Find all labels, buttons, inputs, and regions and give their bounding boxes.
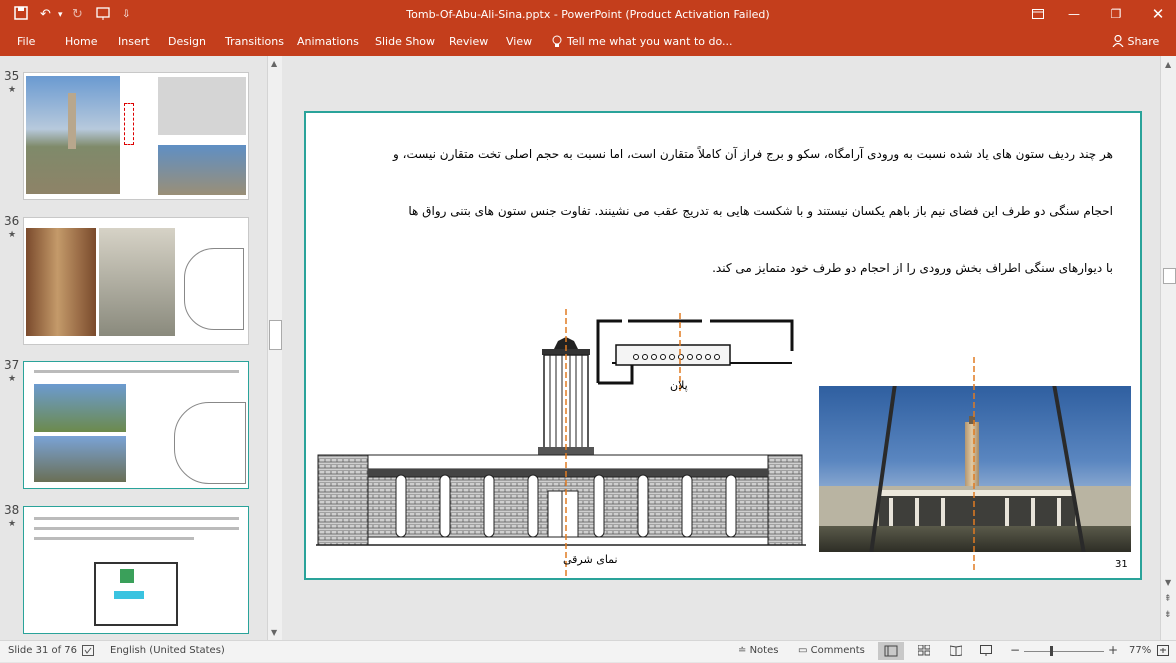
- zoom-in-icon[interactable]: +: [1108, 643, 1118, 657]
- tab-transitions[interactable]: Transitions: [225, 35, 284, 48]
- thumbnail-slide-38[interactable]: [23, 506, 249, 634]
- plan-drawing: [184, 248, 244, 330]
- scroll-down-icon[interactable]: ▼: [1165, 578, 1171, 587]
- normal-view-icon: [884, 645, 898, 657]
- scroll-up-icon[interactable]: ▲: [271, 59, 277, 68]
- elevation-label[interactable]: نمای شرقی: [563, 553, 618, 566]
- text-line: [34, 537, 194, 540]
- thumbnail-number: 37: [4, 358, 20, 372]
- scroll-down-icon[interactable]: ▼: [271, 628, 277, 637]
- scroll-thumb[interactable]: [269, 320, 282, 350]
- slide-show-view-icon[interactable]: [980, 645, 992, 659]
- thumbnail-scrollbar[interactable]: ▲ ▼: [267, 56, 282, 640]
- tower-shape: [68, 93, 76, 149]
- tab-insert[interactable]: Insert: [118, 35, 150, 48]
- thumbnail-slide-36[interactable]: [23, 217, 249, 345]
- tomb-photo-2: [158, 145, 246, 195]
- reading-view-icon[interactable]: [949, 645, 963, 659]
- normal-view-button[interactable]: [878, 642, 904, 660]
- fit-slide-icon[interactable]: [1157, 645, 1169, 659]
- previous-slide-icon[interactable]: ⇞: [1164, 594, 1172, 604]
- tomb-photo: [34, 384, 126, 432]
- spelling-check-icon[interactable]: [82, 645, 94, 659]
- person-icon: [1112, 34, 1124, 48]
- animation-star-icon: ★: [8, 374, 17, 384]
- slide-counter[interactable]: Slide 31 of 76: [8, 645, 77, 656]
- lightbulb-icon: [552, 35, 562, 51]
- comments-label: Comments: [810, 645, 865, 656]
- scroll-up-icon[interactable]: ▲: [1165, 60, 1171, 69]
- tab-review[interactable]: Review: [449, 35, 488, 48]
- ribbon-tabs: File Home Insert Design Transitions Anim…: [0, 30, 1176, 56]
- plan-image: [158, 77, 246, 135]
- minimize-icon[interactable]: —: [1060, 3, 1088, 25]
- share-button[interactable]: Share: [1112, 34, 1160, 48]
- zoom-slider-track[interactable]: [1024, 651, 1104, 652]
- text-line: [34, 527, 239, 530]
- comments-button[interactable]: ▭ Comments: [798, 645, 865, 656]
- notes-label: Notes: [749, 645, 779, 656]
- ribbon-display-icon[interactable]: [1024, 3, 1052, 25]
- tab-view[interactable]: View: [506, 35, 532, 48]
- blue-highlight: [114, 591, 144, 599]
- plan-drawing: [174, 402, 246, 484]
- notes-icon: ≐: [738, 645, 747, 656]
- slide-thumbnail-panel: 35 ★ 36 ★ 37 ★ 38 ★ ▲ ▼: [0, 56, 283, 640]
- animation-star-icon: ★: [8, 85, 17, 95]
- zoom-slider-thumb[interactable]: [1050, 646, 1053, 656]
- zoom-level[interactable]: 77%: [1129, 645, 1151, 656]
- tab-animations[interactable]: Animations: [297, 35, 359, 48]
- colonnade-roof: [879, 490, 1075, 496]
- window-title: Tomb-Of-Abu-Ali-Sina.pptx - PowerPoint (…: [406, 8, 770, 21]
- thumbnail-number: 35: [4, 69, 20, 83]
- stair-photo: [99, 228, 175, 336]
- text-line: [34, 517, 239, 520]
- tab-file[interactable]: File: [17, 35, 35, 48]
- photo-axis-line: [973, 357, 975, 573]
- slide-text-line-2[interactable]: احجام سنگی دو طرف این فضای نیم باز باهم …: [408, 204, 1113, 218]
- title-bar: ↶ ▾ ↻ ⇩ Tomb-Of-Abu-Ali-Sina.pptx - Powe…: [0, 0, 1176, 30]
- scroll-thumb[interactable]: [1163, 268, 1176, 284]
- animation-star-icon: ★: [8, 519, 17, 529]
- next-slide-icon[interactable]: ⇟: [1164, 610, 1172, 620]
- tower-interior-photo: [26, 228, 96, 336]
- thumbnail-slide-37[interactable]: [23, 361, 249, 489]
- tomb-photo-2: [34, 436, 126, 482]
- maximize-icon[interactable]: ❐: [1102, 3, 1130, 25]
- close-icon[interactable]: ✕: [1144, 3, 1172, 25]
- animation-star-icon: ★: [8, 230, 17, 240]
- east-elevation-drawing[interactable]: [316, 309, 806, 579]
- share-label: Share: [1127, 35, 1160, 48]
- slide-scrollbar[interactable]: ▲ ▼ ⇞ ⇟: [1160, 56, 1176, 640]
- language-indicator[interactable]: English (United States): [110, 645, 225, 656]
- tab-home[interactable]: Home: [65, 35, 97, 48]
- current-slide[interactable]: هر چند ردیف ستون های یاد شده نسبت به ورو…: [304, 111, 1142, 580]
- slide-text-line-3[interactable]: با دیوارهای سنگی اطراف بخش ورودی را از ا…: [712, 261, 1113, 275]
- notes-button[interactable]: ≐ Notes: [738, 645, 778, 656]
- slide-text-line-1[interactable]: هر چند ردیف ستون های یاد شده نسبت به ورو…: [393, 147, 1113, 161]
- red-label-box: [124, 103, 134, 145]
- zoom-out-icon[interactable]: −: [1010, 643, 1020, 657]
- tab-slide-show[interactable]: Slide Show: [375, 35, 435, 48]
- thumbnail-number: 36: [4, 214, 20, 228]
- tell-me-search[interactable]: Tell me what you want to do...: [567, 35, 733, 48]
- thumbnail-slide-35[interactable]: [23, 72, 249, 200]
- text-line: [34, 370, 239, 373]
- slide-sorter-icon[interactable]: [917, 644, 931, 659]
- tab-design[interactable]: Design: [168, 35, 206, 48]
- thumbnail-number: 38: [4, 503, 20, 517]
- green-highlight: [120, 569, 134, 583]
- comment-icon: ▭: [798, 645, 808, 656]
- status-bar: Slide 31 of 76 English (United States) ≐…: [0, 640, 1176, 662]
- slide-page-number: 31: [1115, 559, 1128, 570]
